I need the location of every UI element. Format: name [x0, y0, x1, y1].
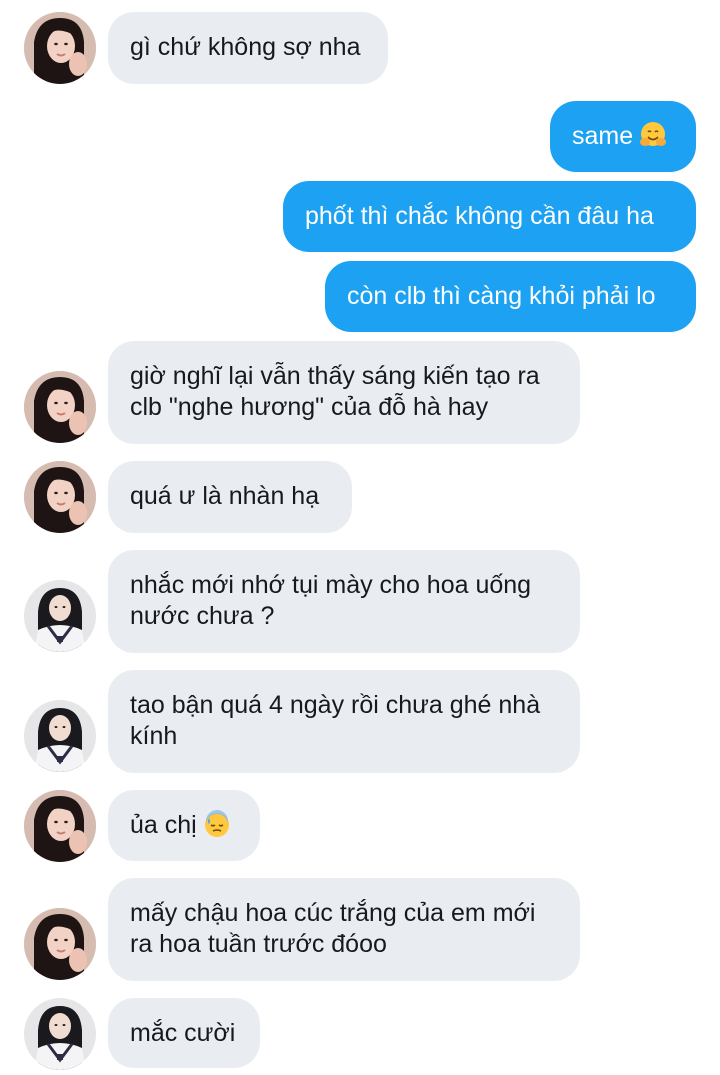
message-bubble[interactable]: mắc cười	[108, 998, 260, 1068]
avatar[interactable]	[24, 580, 96, 652]
message-bubble[interactable]: còn clb thì càng khỏi phải lo	[325, 261, 696, 332]
message-bubble[interactable]: gì chứ không sợ nha	[108, 12, 388, 84]
profile-photo-icon	[24, 580, 96, 652]
profile-photo-icon	[24, 371, 96, 443]
message-bubble[interactable]: ủa chị	[108, 790, 260, 861]
profile-photo-icon	[24, 790, 96, 862]
avatar[interactable]	[24, 371, 96, 443]
message-text: same	[572, 122, 634, 150]
avatar[interactable]	[24, 908, 96, 980]
message-line: kính	[130, 722, 178, 750]
message-bubble[interactable]: mấy chậu hoa cúc trắng của em mới ra hoa…	[108, 878, 580, 981]
avatar[interactable]	[24, 700, 96, 772]
hugging-face-emoji-icon	[639, 121, 667, 149]
message-text: phốt thì chắc không cần đâu ha	[305, 202, 654, 230]
sweat-face-emoji-icon	[203, 810, 231, 838]
message-text: ủa chị	[130, 811, 197, 839]
profile-photo-icon	[24, 908, 96, 980]
message-line: nhắc mới nhớ tụi mày cho hoa uống	[130, 571, 532, 599]
avatar[interactable]	[24, 998, 96, 1070]
profile-photo-icon	[24, 998, 96, 1070]
message-line: tao bận quá 4 ngày rồi chưa ghé nhà	[130, 691, 541, 719]
message-line: clb "nghe hương" của đỗ hà hay	[130, 393, 489, 421]
message-text: quá ư là nhàn hạ	[130, 482, 320, 510]
message-bubble[interactable]: nhắc mới nhớ tụi mày cho hoa uống nước c…	[108, 550, 580, 653]
message-text: gì chứ không sợ nha	[130, 33, 361, 61]
message-bubble[interactable]: tao bận quá 4 ngày rồi chưa ghé nhà kính	[108, 670, 580, 773]
message-line: ra hoa tuần trước đóoo	[130, 930, 387, 958]
avatar[interactable]	[24, 461, 96, 533]
message-bubble[interactable]: quá ư là nhàn hạ	[108, 461, 352, 533]
message-line: giờ nghĩ lại vẫn thấy sáng kiến tạo ra	[130, 362, 540, 390]
profile-photo-icon	[24, 461, 96, 533]
message-bubble[interactable]: same	[550, 101, 696, 172]
avatar[interactable]	[24, 12, 96, 84]
message-text: còn clb thì càng khỏi phải lo	[347, 282, 656, 310]
profile-photo-icon	[24, 700, 96, 772]
message-line: mấy chậu hoa cúc trắng của em mới	[130, 899, 536, 927]
avatar[interactable]	[24, 790, 96, 862]
message-bubble[interactable]: phốt thì chắc không cần đâu ha	[283, 181, 696, 252]
message-line: nước chưa ?	[130, 602, 275, 630]
message-bubble[interactable]: giờ nghĩ lại vẫn thấy sáng kiến tạo ra c…	[108, 341, 580, 444]
message-text: mắc cười	[130, 1019, 236, 1047]
profile-photo-icon	[24, 12, 96, 84]
